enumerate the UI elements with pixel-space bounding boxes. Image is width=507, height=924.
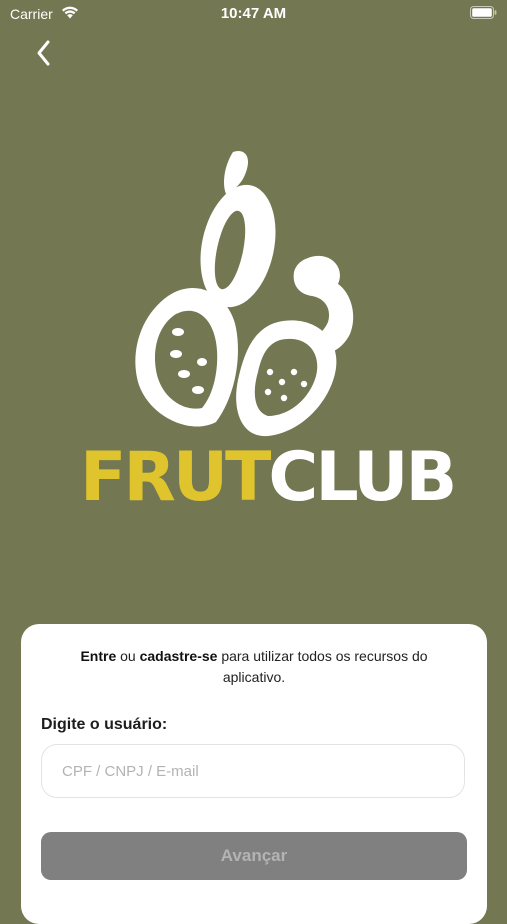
brand-frut: FRUT [80,438,271,517]
intro-or: ou [116,648,140,664]
brand-club: CLUB [268,438,457,517]
fruit-logo-icon [135,150,354,437]
login-card: Entre ou cadastre-se para utilizar todos… [21,624,487,924]
intro-register: cadastre-se [139,648,218,664]
intro-rest: para utilizar todos os recursos do aplic… [217,648,428,685]
back-button[interactable] [28,36,60,70]
user-field-label: Digite o usuário: [41,716,168,733]
user-input[interactable] [41,744,465,798]
next-button[interactable]: Avançar [41,832,467,880]
intro-enter: Entre [80,648,117,664]
status-bar: Carrier 10:47 AM [0,0,507,28]
clock: 10:47 AM [220,5,287,22]
battery-icon [470,6,497,19]
intro-text: Entre ou cadastre-se para utilizar todos… [51,646,457,688]
chevron-left-icon [37,40,50,66]
brand-wordmark: FRUTCLUB [80,438,457,517]
